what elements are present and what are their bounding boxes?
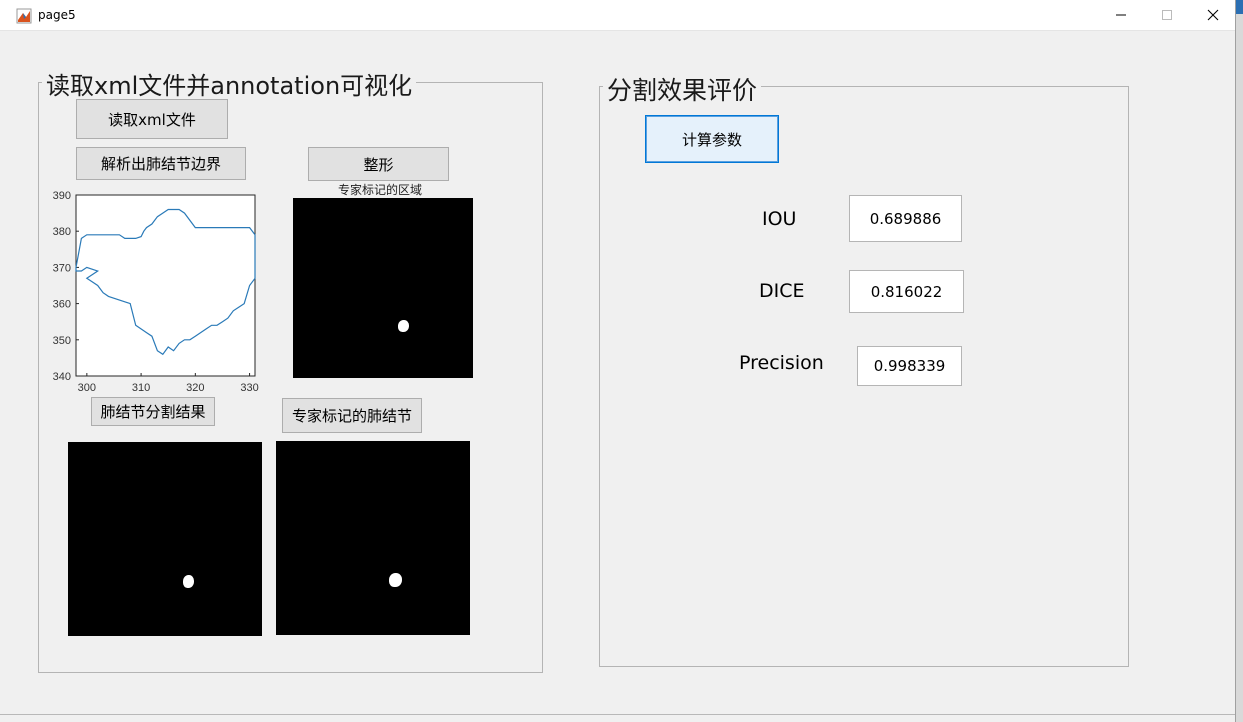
close-button[interactable]	[1190, 0, 1236, 30]
expert-region-image	[293, 198, 473, 378]
iou-value-field[interactable]: 0.689886	[849, 195, 962, 242]
nodule-spot	[183, 575, 194, 588]
plot-area	[75, 194, 256, 377]
window-titlebar: page5	[0, 0, 1235, 31]
nodule-spot	[398, 320, 409, 332]
x-tick-label: 300	[78, 382, 96, 394]
precision-value-field[interactable]: 0.998339	[857, 346, 962, 386]
read-xml-button[interactable]: 读取xml文件	[76, 99, 228, 139]
maximize-icon	[1162, 10, 1172, 20]
window-title: page5	[38, 8, 76, 22]
y-tick-label: 370	[53, 262, 71, 274]
iou-label: IOU	[762, 208, 797, 230]
x-tick-label: 310	[132, 382, 150, 394]
expert-nodule-image	[276, 441, 470, 635]
evaluation-panel-title: 分割效果评价	[603, 71, 762, 107]
nodule-boundary-plot: 300 310 320 330 340 350 360 370 380 390	[53, 190, 259, 394]
compute-parameters-button[interactable]: 计算参数	[645, 115, 779, 163]
matlab-icon	[16, 8, 32, 24]
minimize-icon	[1116, 14, 1126, 16]
reshape-button[interactable]: 整形	[308, 147, 449, 181]
x-tick-label: 330	[240, 382, 258, 394]
segmentation-result-button[interactable]: 肺结节分割结果	[91, 397, 215, 426]
y-tick-label: 380	[53, 226, 71, 238]
maximize-button[interactable]	[1144, 0, 1190, 30]
y-tick-label: 390	[53, 190, 71, 202]
x-tick-label: 320	[186, 382, 204, 394]
precision-label: Precision	[739, 352, 824, 374]
y-tick-label: 350	[53, 335, 71, 347]
minimize-button[interactable]	[1098, 0, 1144, 30]
expert-region-title: 专家标记的区域	[338, 183, 423, 197]
parse-boundary-button[interactable]: 解析出肺结节边界	[76, 147, 246, 180]
background-window-notch	[1236, 0, 1243, 14]
dice-value-field[interactable]: 0.816022	[849, 270, 964, 313]
segmentation-result-image	[68, 442, 262, 636]
xml-annotation-panel-title: 读取xml文件并annotation可视化	[42, 66, 417, 101]
nodule-spot	[389, 573, 402, 587]
close-icon	[1207, 9, 1219, 21]
window-bottom-border	[0, 714, 1235, 715]
background-window-edge	[1235, 0, 1243, 722]
expert-nodule-button[interactable]: 专家标记的肺结节	[282, 398, 422, 433]
y-tick-label: 360	[53, 299, 71, 311]
dice-label: DICE	[759, 280, 805, 302]
y-tick-label: 340	[53, 371, 71, 383]
